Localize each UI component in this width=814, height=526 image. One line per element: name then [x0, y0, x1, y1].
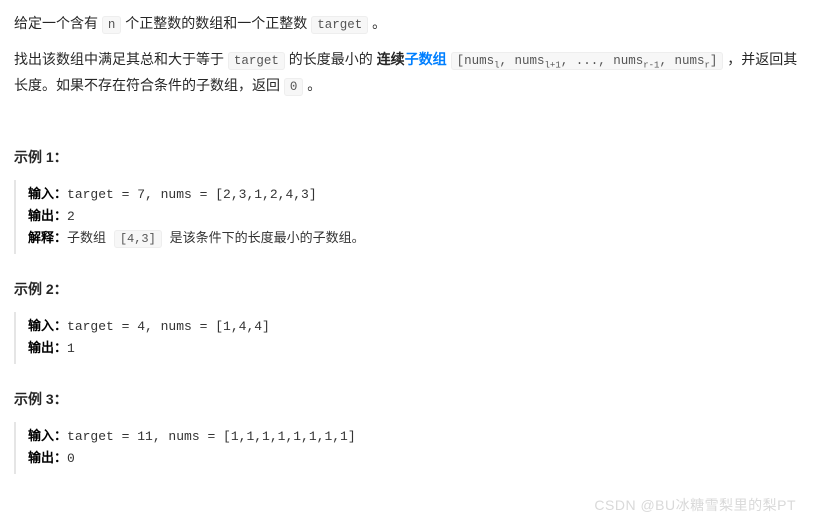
label-explain: 解释：	[28, 231, 67, 246]
code-zero: 0	[284, 78, 304, 96]
label-input: 输入：	[28, 187, 67, 202]
label-input: 输入：	[28, 429, 67, 444]
label-input: 输入：	[28, 319, 67, 334]
code-n: n	[102, 16, 122, 34]
example-input: target = 7, nums = [2,3,1,2,4,3]	[67, 187, 317, 202]
code-target: target	[228, 52, 285, 70]
example-title: 示例 1：	[14, 146, 800, 170]
intro-paragraph-1: 给定一个含有 n 个正整数的数组和一个正整数 target 。	[14, 12, 800, 36]
example-output: 0	[67, 451, 75, 466]
example-input-line: 输入：target = 11, nums = [1,1,1,1,1,1,1,1]	[28, 426, 800, 448]
example-title: 示例 3：	[14, 388, 800, 412]
code-array: [numsl, numsl+1, ..., numsr-1, numsr]	[451, 52, 724, 70]
example-block: 输入：target = 11, nums = [1,1,1,1,1,1,1,1]…	[14, 422, 800, 474]
example-output: 2	[67, 209, 75, 224]
example-input-line: 输入：target = 7, nums = [2,3,1,2,4,3]	[28, 184, 800, 206]
watermark: CSDN @BU冰糖雪梨里的梨PT	[594, 494, 796, 518]
label-output: 输出：	[28, 341, 67, 356]
text: 子数组	[67, 231, 114, 246]
text: 的长度最小的	[289, 51, 377, 67]
example-output-line: 输出：1	[28, 338, 800, 360]
example-input-line: 输入：target = 4, nums = [1,4,4]	[28, 316, 800, 338]
example-block: 输入：target = 4, nums = [1,4,4] 输出：1	[14, 312, 800, 364]
bold-text: 连续	[377, 51, 405, 67]
text: 。	[372, 15, 386, 31]
example-output-line: 输出：2	[28, 206, 800, 228]
code-explain: [4,3]	[114, 230, 162, 248]
text: 个正整数的数组和一个正整数	[125, 15, 311, 31]
example-block: 输入：target = 7, nums = [2,3,1,2,4,3] 输出：2…	[14, 180, 800, 254]
example-input: target = 11, nums = [1,1,1,1,1,1,1,1]	[67, 429, 356, 444]
text: 。	[307, 77, 321, 93]
intro-paragraph-2: 找出该数组中满足其总和大于等于 target 的长度最小的 连续子数组 [num…	[14, 48, 800, 98]
example-input: target = 4, nums = [1,4,4]	[67, 319, 270, 334]
example-output-line: 输出：0	[28, 448, 800, 470]
code-target: target	[311, 16, 368, 34]
text: 给定一个含有	[14, 15, 102, 31]
label-output: 输出：	[28, 209, 67, 224]
example-explain-line: 解释：子数组 [4,3] 是该条件下的长度最小的子数组。	[28, 228, 800, 250]
text: 找出该数组中满足其总和大于等于	[14, 51, 228, 67]
text: 是该条件下的长度最小的子数组。	[162, 231, 365, 246]
label-output: 输出：	[28, 451, 67, 466]
example-output: 1	[67, 341, 75, 356]
example-title: 示例 2：	[14, 278, 800, 302]
link-subarray[interactable]: 子数组	[405, 51, 447, 67]
